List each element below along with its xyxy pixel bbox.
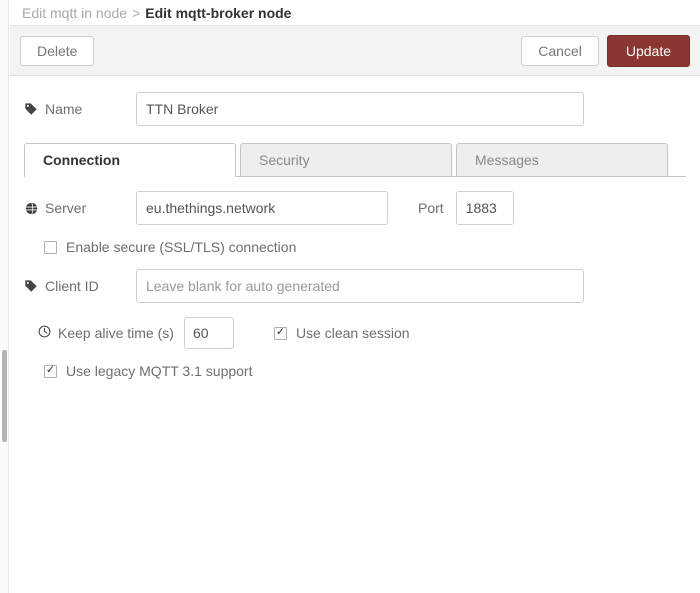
name-row: Name [24, 92, 686, 126]
clean-session-row[interactable]: ✓ Use clean session [273, 325, 410, 341]
tab-bar: Connection Security Messages [24, 140, 686, 177]
keep-alive-row: Keep alive time (s) ✓ Use clean session [24, 317, 686, 349]
delete-button[interactable]: Delete [20, 35, 95, 66]
port-label: Port [418, 200, 444, 216]
tab-connection[interactable]: Connection [24, 143, 236, 177]
update-button[interactable]: Update [606, 34, 690, 67]
broker-config-form: Name Connection Security Messages Server [10, 76, 700, 379]
server-label-text: Server [45, 200, 87, 216]
tab-security[interactable]: Security [240, 143, 452, 176]
legacy-mqtt-label[interactable]: Use legacy MQTT 3.1 support [66, 363, 252, 379]
tab-messages[interactable]: Messages [456, 143, 668, 176]
dialog-toolbar: Delete Cancel Update [10, 26, 700, 76]
vertical-scrollbar-track[interactable] [0, 0, 9, 593]
keep-alive-input[interactable] [183, 317, 234, 349]
breadcrumb-separator: > [132, 4, 141, 21]
legacy-mqtt-row[interactable]: ✓ Use legacy MQTT 3.1 support [24, 363, 686, 379]
client-id-row: Client ID [24, 269, 686, 303]
clean-session-label[interactable]: Use clean session [296, 325, 410, 341]
name-label: Name [24, 101, 136, 117]
globe-icon [24, 201, 38, 215]
name-input[interactable] [136, 92, 584, 126]
vertical-scrollbar-thumb[interactable] [2, 350, 7, 442]
server-row: Server Port [24, 191, 686, 225]
keep-alive-label-text: Keep alive time (s) [58, 325, 174, 341]
ssl-checkbox-label[interactable]: Enable secure (SSL/TLS) connection [66, 239, 296, 255]
tag-icon [24, 279, 38, 293]
breadcrumb: Edit mqtt in node > Edit mqtt-broker nod… [10, 0, 700, 26]
ssl-checkbox-row[interactable]: ✓ Enable secure (SSL/TLS) connection [24, 239, 686, 255]
name-label-text: Name [45, 101, 83, 117]
edit-mqtt-broker-dialog: Edit mqtt in node > Edit mqtt-broker nod… [10, 0, 700, 593]
keep-alive-label: Keep alive time (s) [38, 325, 174, 341]
port-input[interactable] [455, 191, 514, 225]
breadcrumb-parent-link[interactable]: Edit mqtt in node [22, 5, 127, 21]
client-id-input[interactable] [136, 269, 584, 303]
clock-icon [38, 325, 51, 341]
breadcrumb-current: Edit mqtt-broker node [145, 4, 292, 21]
cancel-button[interactable]: Cancel [521, 35, 599, 66]
server-label: Server [24, 200, 136, 216]
ssl-checkbox[interactable]: ✓ [44, 240, 57, 254]
server-input[interactable] [136, 191, 388, 225]
client-id-label: Client ID [24, 278, 136, 294]
legacy-mqtt-checkbox[interactable]: ✓ [44, 364, 57, 378]
clean-session-checkbox[interactable]: ✓ [273, 326, 287, 340]
client-id-label-text: Client ID [45, 278, 99, 294]
tag-icon [24, 102, 38, 116]
